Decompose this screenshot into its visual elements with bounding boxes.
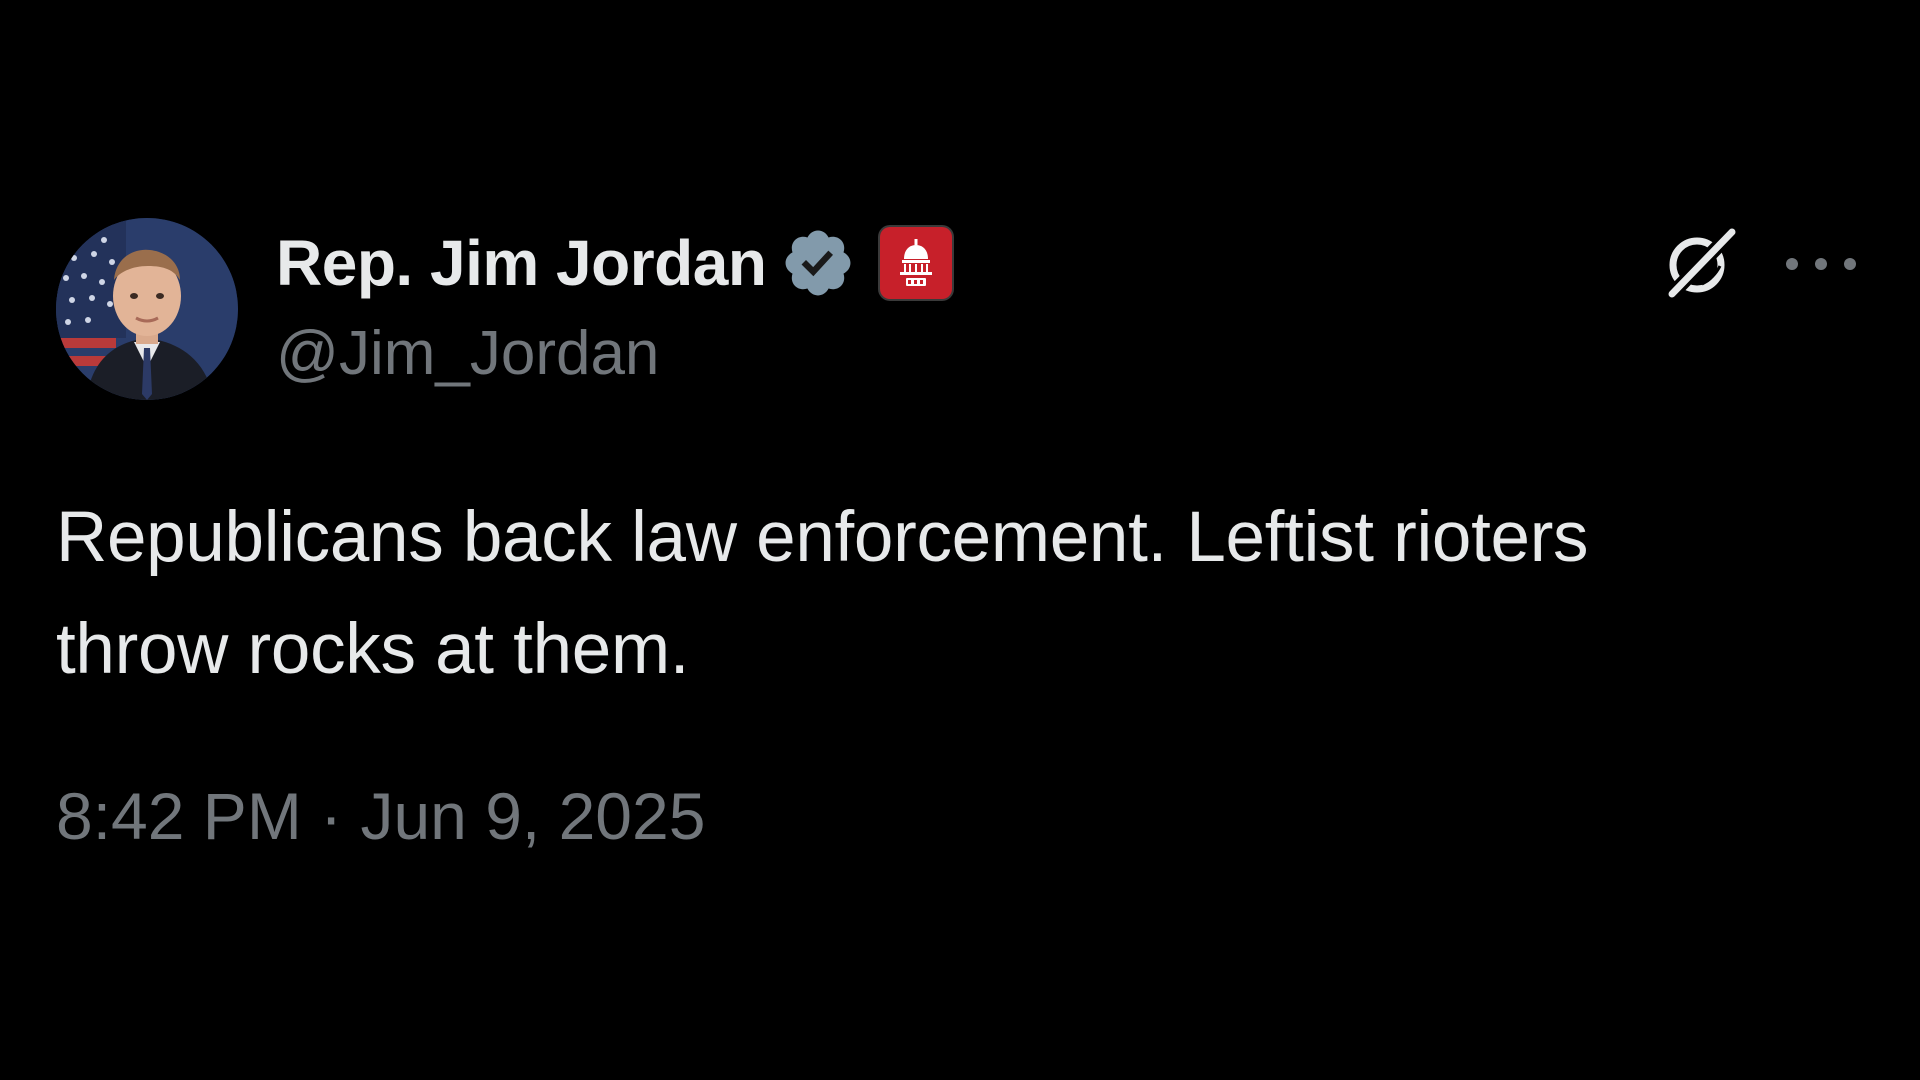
avatar-photo — [56, 218, 238, 400]
more-dot — [1844, 258, 1856, 270]
capitol-dome-icon[interactable] — [880, 227, 953, 299]
more-dot — [1786, 258, 1798, 270]
tweet-date: Jun 9, 2025 — [360, 779, 706, 853]
avatar[interactable] — [56, 218, 238, 400]
verified-badge-icon[interactable] — [780, 225, 856, 301]
more-dot — [1815, 258, 1827, 270]
tweet-text: Republicans back law enforcement. Leftis… — [56, 498, 1589, 689]
grok-icon[interactable] — [1660, 222, 1740, 302]
more-options-icon[interactable] — [1786, 236, 1856, 292]
tweet: Rep. Jim Jordan @Jim_Jordan Republicans … — [0, 0, 1920, 1080]
display-name[interactable]: Rep. Jim Jordan — [276, 226, 767, 300]
author-name-row: Rep. Jim Jordan — [276, 225, 953, 301]
timestamp-separator: · — [301, 779, 361, 853]
tweet-timestamp[interactable]: 8:42 PM · Jun 9, 2025 — [56, 778, 705, 854]
tweet-time: 8:42 PM — [56, 779, 302, 853]
author-handle[interactable]: @Jim_Jordan — [276, 318, 659, 389]
